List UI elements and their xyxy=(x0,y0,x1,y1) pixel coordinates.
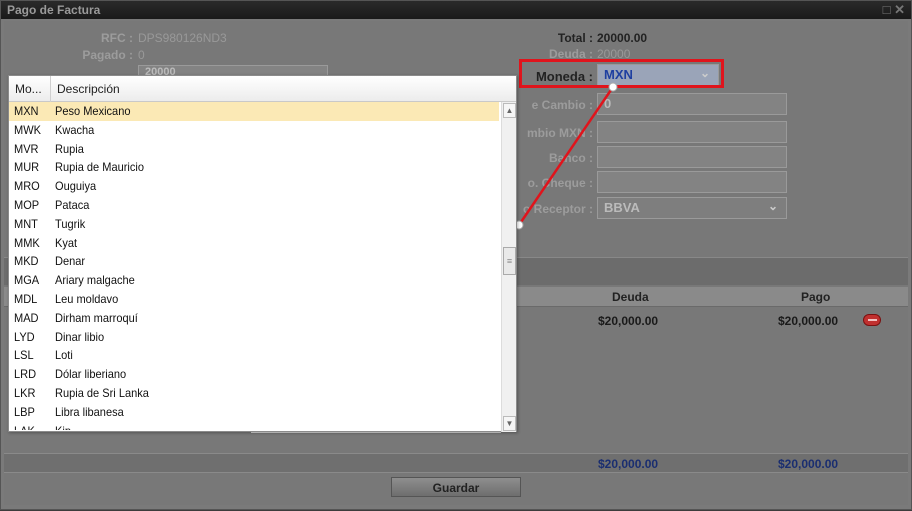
currency-description: Kwacha xyxy=(55,122,95,137)
currency-code: LBP xyxy=(14,404,35,419)
currency-description: Loti xyxy=(55,348,73,363)
currency-code: MVR xyxy=(14,141,39,156)
currency-option[interactable]: LKR Rupia de Sri Lanka xyxy=(9,384,499,403)
currency-description: Peso Mexicano xyxy=(55,104,131,118)
connector-start-dot xyxy=(608,82,618,92)
currency-description: Ariary malgache xyxy=(55,273,135,288)
currency-code: MNT xyxy=(14,216,38,231)
col-code-header[interactable]: Mo... xyxy=(15,82,42,96)
currency-description: Dólar liberiano xyxy=(55,367,127,382)
currency-description: Dirham marroquí xyxy=(55,310,138,325)
scroll-thumb[interactable]: ≡ xyxy=(503,247,516,275)
currency-option[interactable]: LRD Dólar liberiano xyxy=(9,365,499,384)
currency-code: MMK xyxy=(14,235,40,250)
currency-description: Pataca xyxy=(55,197,90,212)
currency-option[interactable]: MNT Tugrik xyxy=(9,215,499,234)
connector-stroke xyxy=(517,86,615,226)
currency-code: LSL xyxy=(14,348,34,363)
currency-option[interactable]: LSL Loti xyxy=(9,346,499,365)
col-desc-header[interactable]: Descripción xyxy=(57,82,120,96)
currency-option[interactable]: MGA Ariary malgache xyxy=(9,271,499,290)
dropdown-header: Mo... Descripción xyxy=(9,76,516,102)
currency-option[interactable]: LYD Dinar libio xyxy=(9,328,499,347)
currency-code: MKD xyxy=(14,254,39,269)
currency-code: MOP xyxy=(14,197,40,212)
currency-description: Kip xyxy=(55,422,71,430)
currency-option[interactable]: MUR Rupia de Mauricio xyxy=(9,158,499,177)
currency-option[interactable]: MAD Dirham marroquí xyxy=(9,309,499,328)
currency-code: MWK xyxy=(14,122,41,137)
header-divider[interactable] xyxy=(50,76,51,102)
currency-option[interactable]: LAK Kip xyxy=(9,422,499,430)
currency-code: LRD xyxy=(14,367,37,382)
currency-code: MUR xyxy=(14,160,40,175)
currency-code: MXN xyxy=(14,104,39,118)
currency-option[interactable]: MXN Peso Mexicano xyxy=(9,102,499,121)
currency-description: Rupia de Sri Lanka xyxy=(55,385,149,400)
currency-code: MAD xyxy=(14,310,39,325)
payment-dialog: Pago de Factura □ ✕ RFC : DPS980126ND3 P… xyxy=(0,0,912,510)
currency-option[interactable]: MVR Rupia xyxy=(9,140,499,159)
currency-code: MGA xyxy=(14,273,40,288)
currency-option[interactable]: MWK Kwacha xyxy=(9,121,499,140)
currency-option[interactable]: MRO Ouguiya xyxy=(9,177,499,196)
dropdown-scrollbar[interactable]: ▲ ≡ ▼ xyxy=(501,102,516,432)
currency-dropdown[interactable]: Mo... Descripción MXN Peso Mexicano MWK Kwa… xyxy=(8,75,517,432)
currency-description: Tugrik xyxy=(55,216,86,231)
currency-description: Libra libanesa xyxy=(55,404,124,419)
currency-code: LAK xyxy=(14,422,35,430)
currency-code: LKR xyxy=(14,385,36,400)
currency-code: MRO xyxy=(14,179,40,194)
currency-description: Kyat xyxy=(55,235,78,250)
currency-option[interactable]: MDL Leu moldavo xyxy=(9,290,499,309)
currency-code: MDL xyxy=(14,291,38,306)
currency-description: Leu moldavo xyxy=(55,291,119,306)
scroll-up-icon[interactable]: ▲ xyxy=(503,103,516,118)
currency-description: Ouguiya xyxy=(55,179,97,194)
currency-option[interactable]: MOP Pataca xyxy=(9,196,499,215)
currency-description: Denar xyxy=(55,254,86,269)
currency-description: Dinar libio xyxy=(55,329,105,344)
currency-description: Rupia xyxy=(55,141,84,156)
currency-list: MXN Peso Mexicano MWK Kwacha MVR Rupia MUR Rupi… xyxy=(9,102,499,430)
currency-code: LYD xyxy=(14,329,35,344)
currency-option[interactable]: MKD Denar xyxy=(9,252,499,271)
currency-option[interactable]: LBP Libra libanesa xyxy=(9,403,499,422)
currency-option[interactable]: MMK Kyat xyxy=(9,234,499,253)
scroll-down-icon[interactable]: ▼ xyxy=(503,416,516,431)
currency-description: Rupia de Mauricio xyxy=(55,160,144,175)
